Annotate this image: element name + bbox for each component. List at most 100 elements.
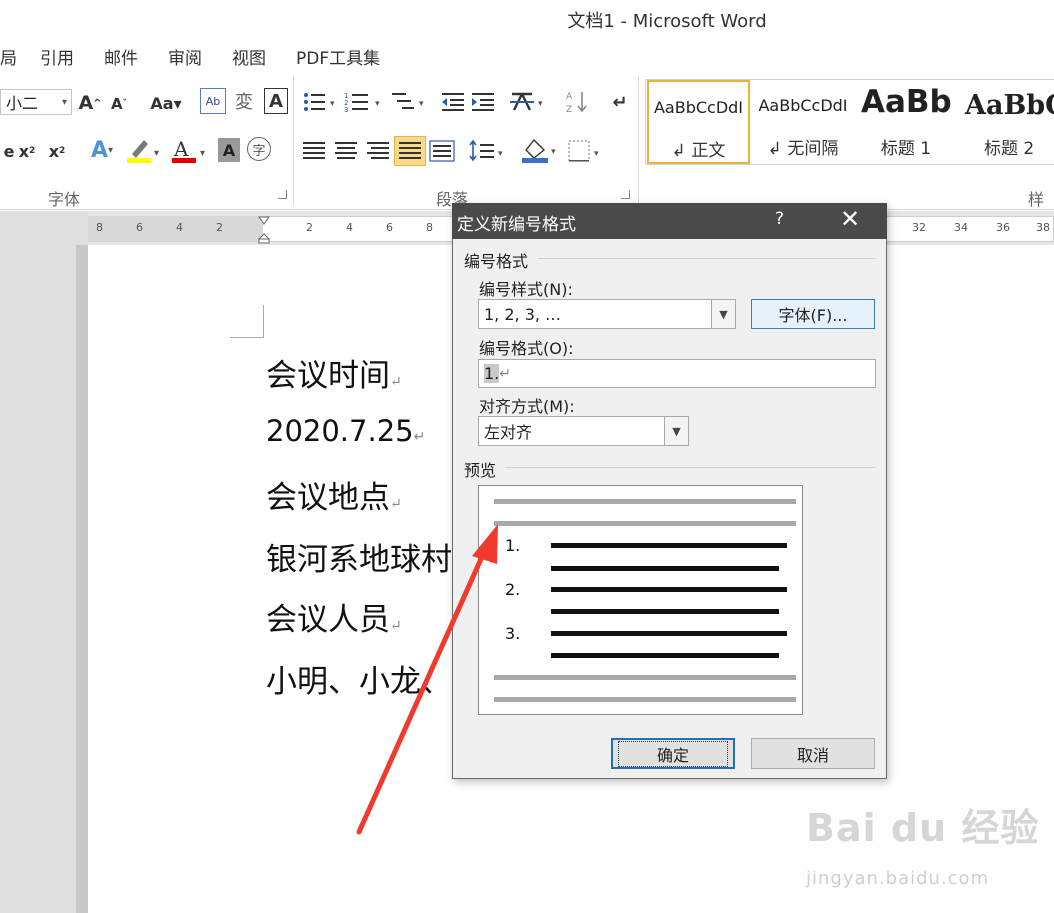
document-line[interactable]: 2020.7.25↵ <box>266 414 425 448</box>
change-case-icon[interactable]: Aa▾ <box>147 90 185 116</box>
style-name: 标题 1 <box>880 139 932 159</box>
svg-text:▾: ▾ <box>419 99 424 109</box>
chinese-layout-icon[interactable]: ▾ <box>508 88 548 116</box>
preview-gray-line <box>494 521 796 526</box>
preview-text-line <box>551 653 779 658</box>
tab-references[interactable]: 引用 <box>40 44 74 69</box>
char-border-icon[interactable]: A <box>264 88 288 114</box>
style-name: ↲ 无间隔 <box>767 139 839 159</box>
group-separator <box>293 76 294 206</box>
paragraph-mark-icon: ↵ <box>499 365 511 382</box>
ruler-tick: 32 <box>912 221 926 234</box>
chevron-down-icon: ▼ <box>711 300 735 328</box>
document-line[interactable]: 会议时间↵ <box>266 350 402 395</box>
phonetic-guide-icon[interactable]: 変 <box>231 86 257 116</box>
paragraph-dialog-launcher-icon[interactable] <box>621 190 630 199</box>
number-style-value: 1, 2, 3, … <box>484 304 562 324</box>
style-name: ↲ 正文 <box>671 141 726 161</box>
svg-text:3: 3 <box>344 106 348 114</box>
shrink-font-icon[interactable]: Aˇ <box>108 92 130 116</box>
menu-bar <box>0 38 1054 72</box>
svg-text:▾: ▾ <box>200 148 205 159</box>
number-style-select[interactable]: 1, 2, 3, … ▼ <box>478 299 736 329</box>
alignment-select[interactable]: 左对齐 ▼ <box>478 416 689 446</box>
align-right-icon[interactable] <box>364 138 392 164</box>
style-no-spacing[interactable]: AaBbCcDdI ↲ 无间隔 <box>753 80 853 164</box>
preview-text-line <box>551 566 779 571</box>
numbering-icon[interactable]: 1 2 3 ▾ <box>344 88 386 116</box>
paragraph-mark-icon: ↵ <box>413 429 426 445</box>
font-size-select[interactable]: 小二 ▾ <box>0 89 72 115</box>
vertical-ruler <box>76 245 88 913</box>
tab-layout[interactable]: 局 <box>0 44 17 69</box>
svg-text:Z: Z <box>566 105 572 115</box>
section-divider <box>538 258 876 259</box>
preview-section-title: 预览 <box>464 461 497 480</box>
tab-review[interactable]: 审阅 <box>168 44 202 69</box>
style-normal[interactable]: AaBbCcDdI ↲ 正文 <box>647 80 750 164</box>
style-sample: AaBbCcDdI <box>758 96 848 115</box>
superscript-icon[interactable]: x2 <box>44 138 70 164</box>
svg-text:▾: ▾ <box>538 99 543 109</box>
ok-button[interactable]: 确定 <box>611 738 735 769</box>
ruler-tick: 8 <box>426 221 433 234</box>
highlight-color-icon[interactable]: ▾ <box>124 136 164 164</box>
ruler-tick: 36 <box>996 221 1010 234</box>
number-format-section-title: 编号格式 <box>464 252 529 271</box>
svg-text:▾: ▾ <box>375 99 380 109</box>
ruler-tick: 4 <box>176 221 183 234</box>
justify-icon[interactable] <box>394 136 426 166</box>
char-shading-icon[interactable]: A <box>218 138 240 162</box>
font-dialog-launcher-icon[interactable] <box>278 190 287 199</box>
ruler-tick: 6 <box>386 221 393 234</box>
style-heading-1[interactable]: AaBb 标题 1 <box>857 80 955 164</box>
tab-view[interactable]: 视图 <box>232 44 266 69</box>
cancel-button[interactable]: 取消 <box>751 738 875 769</box>
margin-corner-mark <box>230 305 264 338</box>
svg-text:A: A <box>173 137 189 161</box>
shading-icon[interactable]: ▾ <box>520 136 560 164</box>
show-formatting-icon[interactable]: ↵ <box>608 88 632 116</box>
preview-text-line <box>551 543 787 548</box>
bullets-icon[interactable]: ▾ <box>302 88 340 116</box>
line-spacing-icon[interactable]: ▾ <box>468 138 508 164</box>
font-button[interactable]: 字体(F)... <box>751 299 875 329</box>
number-format-value: 1. <box>484 364 500 383</box>
preview-gray-line <box>494 675 796 680</box>
annotation-arrow-icon <box>356 524 498 835</box>
text-effects-icon[interactable]: A ▾ <box>84 136 120 164</box>
indent-marker-icon[interactable] <box>257 216 271 244</box>
tab-pdf-tools[interactable]: PDF工具集 <box>296 44 380 69</box>
subscript-icon[interactable]: x2 <box>14 138 40 164</box>
section-divider <box>505 467 876 468</box>
sort-icon[interactable]: AZ <box>564 88 590 116</box>
help-icon[interactable]: ? <box>775 209 784 229</box>
increase-indent-icon[interactable] <box>470 90 496 114</box>
font-color-icon[interactable]: A ▾ <box>170 136 210 164</box>
grow-font-icon[interactable]: A ^ <box>78 90 102 116</box>
ruler-tick: 34 <box>954 221 968 234</box>
window-title: 文档1 - Microsoft Word <box>567 11 767 32</box>
preview-box <box>478 485 803 715</box>
preview-text-line <box>551 609 779 614</box>
svg-text:▾: ▾ <box>154 148 159 159</box>
number-format-input[interactable]: 1. ↵ <box>478 359 876 388</box>
enclose-char-icon[interactable]: 字 <box>247 137 271 161</box>
chevron-down-icon: ▼ <box>664 417 688 445</box>
paragraph-mark-icon: ↵ <box>390 374 402 390</box>
paragraph-mark-icon: ↵ <box>390 496 402 512</box>
document-line[interactable]: 会议地点↵ <box>266 472 402 517</box>
distributed-icon[interactable] <box>428 138 456 164</box>
close-icon[interactable]: ✕ <box>840 205 860 233</box>
decrease-indent-icon[interactable] <box>440 90 466 114</box>
clear-format-icon[interactable]: Ab <box>200 88 226 114</box>
borders-icon[interactable]: ▾ <box>566 138 606 164</box>
ruler-tick: 8 <box>96 221 103 234</box>
ok-button-label: 确定 <box>617 740 728 767</box>
alignment-label: 对齐方式(M): <box>479 397 575 416</box>
multilevel-list-icon[interactable]: ▾ <box>390 88 428 116</box>
style-heading-2[interactable]: AaBbC 标题 2 <box>960 80 1054 164</box>
align-center-icon[interactable] <box>332 138 360 164</box>
tab-mailings[interactable]: 邮件 <box>104 44 138 69</box>
align-left-icon[interactable] <box>300 138 328 164</box>
